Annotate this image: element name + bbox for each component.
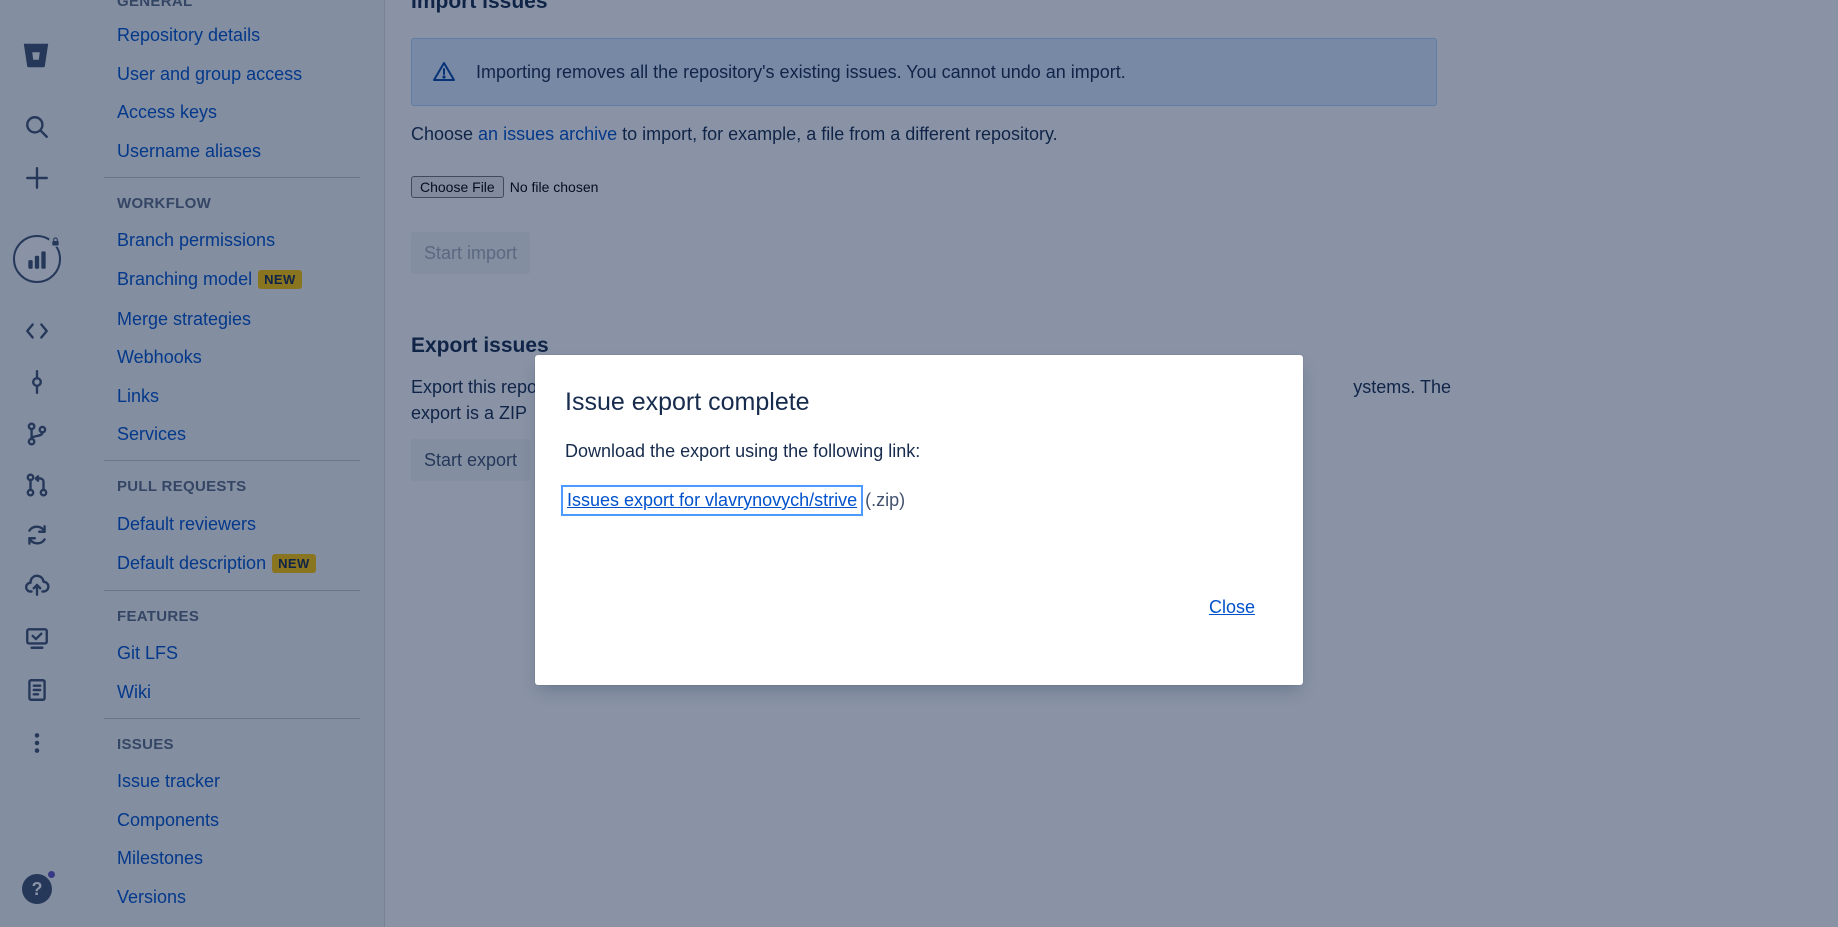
- file-type-label: (.zip): [865, 490, 906, 510]
- issues-export-download-link[interactable]: Issues export for vlavrynovych/strive: [560, 485, 864, 516]
- close-button[interactable]: Close: [1209, 597, 1255, 618]
- dialog-title: Issue export complete: [565, 388, 810, 416]
- dialog-description: Download the export using the following …: [565, 441, 921, 461]
- download-row: Issues export for vlavrynovych/strive (.…: [560, 485, 906, 516]
- export-complete-dialog: Issue export complete Download the expor…: [535, 355, 1303, 685]
